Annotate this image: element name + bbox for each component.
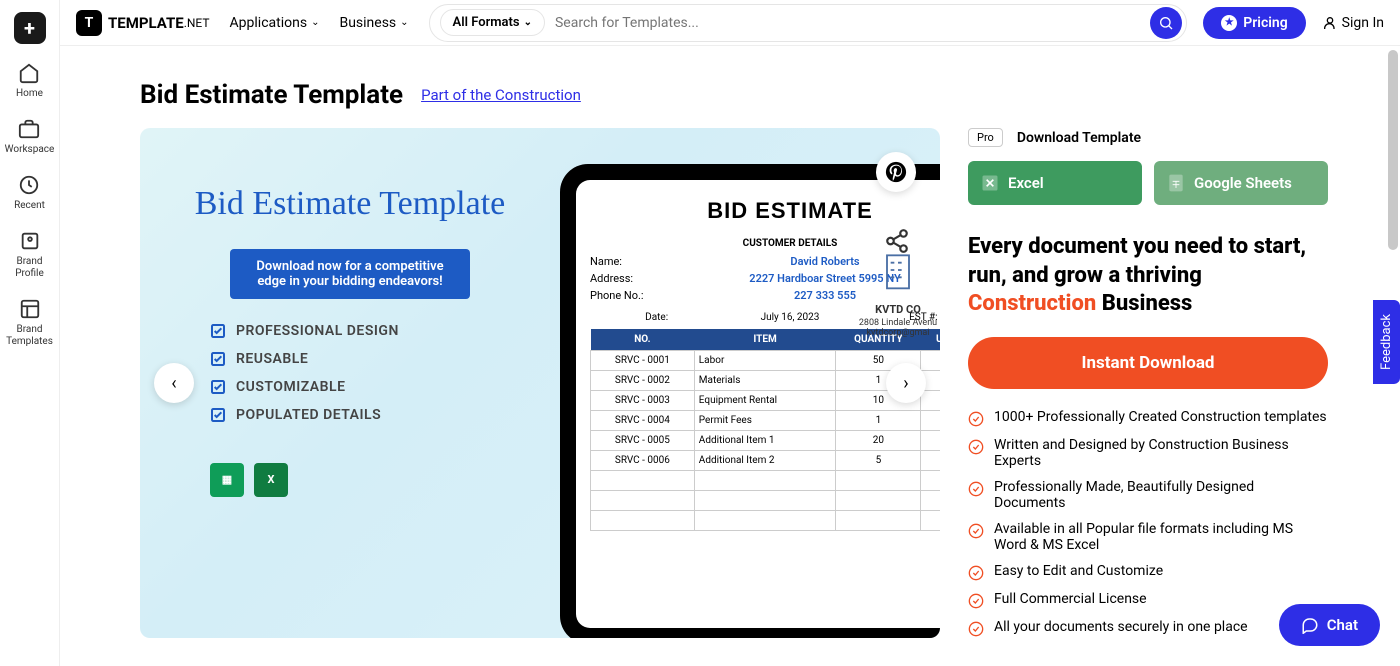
sidebar-label: Home [16,88,43,100]
nav-business[interactable]: Business⌄ [339,15,408,31]
table-row: SRVC - 0001Labor50$ [591,351,941,371]
chat-button[interactable]: Chat [1279,604,1380,646]
sidebar-item-workspace[interactable]: Workspace [5,118,55,156]
google-sheets-icon: ▦ [210,463,244,497]
main-content: Bid Estimate Template Part of the Constr… [60,46,1400,666]
feature-item: CUSTOMIZABLE [210,379,510,395]
check-circle-icon [968,565,984,581]
preview-info: Bid Estimate Template Download now for a… [190,184,510,497]
home-icon [18,62,40,84]
tablet-mockup: BID ESTIMATE CUSTOMER DETAILS Name:David… [560,164,940,638]
table-row [591,511,941,531]
benefit-item: All your documents securely in one place [968,619,1328,637]
page-title: Bid Estimate Template [140,80,403,110]
sidebar-item-recent[interactable]: Recent [14,174,45,212]
sidebar-label: Recent [14,200,45,212]
logo[interactable]: T TEMPLATE.NET [76,10,210,36]
pro-badge: Pro [968,128,1003,147]
check-circle-icon [968,621,984,637]
download-excel-button[interactable]: Excel [968,161,1142,205]
carousel-prev-button[interactable]: ‹ [154,363,194,403]
left-sidebar: + Home Workspace Recent Brand Profile Br… [0,0,60,666]
chevron-down-icon: ⌄ [311,17,319,28]
excel-icon [980,173,1000,193]
crown-icon: ★ [1221,15,1237,31]
chat-icon [1301,616,1319,634]
download-sheets-button[interactable]: Google Sheets [1154,161,1328,205]
preview-badge: Download now for a competitive edge in y… [230,249,470,299]
feedback-tab[interactable]: Feedback [1373,300,1400,384]
chevron-down-icon: ⌄ [400,17,408,28]
top-header: T TEMPLATE.NET Applications⌄ Business⌄ A… [60,0,1400,46]
feature-item: POPULATED DETAILS [210,407,510,423]
pinterest-icon [885,161,907,183]
instant-download-button[interactable]: Instant Download [968,337,1328,389]
sidebar-label: Brand Profile [15,256,44,280]
add-button[interactable]: + [14,12,46,44]
check-circle-icon [968,593,984,609]
table-row: SRVC - 0006Additional Item 25$ [591,451,941,471]
company-info: KVTD CO 2808 Lindale Avenu kvtdcorp@gmai [848,248,940,338]
clock-icon [18,174,40,196]
feature-item: PROFESSIONAL DESIGN [210,323,510,339]
check-circle-icon [968,439,984,455]
sheets-icon [1166,173,1186,193]
check-circle-icon [968,411,984,427]
signin-link[interactable]: Sign In [1322,15,1384,31]
benefit-item: Available in all Popular file formats in… [968,521,1328,553]
check-icon [210,351,226,367]
category-link[interactable]: Part of the Construction [421,86,581,104]
estimate-table: NO.ITEMQUANTITYUNIT CO SRVC - 0001Labor5… [590,329,940,531]
table-row: SRVC - 0004Permit Fees1$ 2 [591,411,941,431]
benefit-item: Easy to Edit and Customize [968,563,1328,581]
table-row [591,491,941,511]
sidebar-item-brand-profile[interactable]: Brand Profile [15,230,44,280]
sidebar-label: Brand Templates [6,324,53,348]
chevron-down-icon: ⌄ [524,17,532,28]
check-icon [210,407,226,423]
benefit-item: Professionally Made, Beautifully Designe… [968,479,1328,511]
check-circle-icon [968,481,984,497]
check-icon [210,323,226,339]
feature-item: REUSABLE [210,351,510,367]
check-circle-icon [968,523,984,539]
excel-icon: X [254,463,288,497]
templates-icon [19,298,41,320]
user-icon [1322,15,1338,31]
share-button[interactable] [884,228,910,258]
format-filter[interactable]: All Formats⌄ [440,9,545,36]
benefit-item: 1000+ Professionally Created Constructio… [968,409,1328,427]
app-icons: ▦ X [210,463,510,497]
profile-icon [19,230,41,252]
scrollbar[interactable] [1388,50,1398,250]
download-panel: Pro Download Template Excel Google Sheet… [968,128,1328,647]
table-row: SRVC - 0003Equipment Rental10$ [591,391,941,411]
sidebar-item-brand-templates[interactable]: Brand Templates [6,298,53,348]
download-title: Download Template [1017,130,1141,146]
template-preview: ‹ › Bid Estimate Template Download now f… [140,128,940,638]
doc-title: BID ESTIMATE [590,198,940,224]
sidebar-item-home[interactable]: Home [16,62,43,100]
check-icon [210,379,226,395]
sidebar-label: Workspace [5,144,55,156]
pinterest-button[interactable] [876,152,916,192]
promo-heading: Every document you need to start, run, a… [968,233,1328,319]
table-row [591,471,941,491]
carousel-next-button[interactable]: › [886,363,926,403]
search-bar: All Formats⌄ [429,4,1188,42]
table-row: SRVC - 0005Additional Item 120$ [591,431,941,451]
briefcase-icon [18,118,40,140]
search-input[interactable] [555,15,1150,31]
nav-applications[interactable]: Applications⌄ [230,15,320,31]
pricing-button[interactable]: ★Pricing [1203,7,1305,39]
benefit-item: Written and Designed by Construction Bus… [968,437,1328,469]
search-icon [1158,15,1174,31]
search-button[interactable] [1150,7,1182,39]
preview-title: Bid Estimate Template [190,184,510,225]
logo-icon: T [76,10,102,36]
benefit-item: Full Commercial License [968,591,1328,609]
share-icon [884,228,910,254]
